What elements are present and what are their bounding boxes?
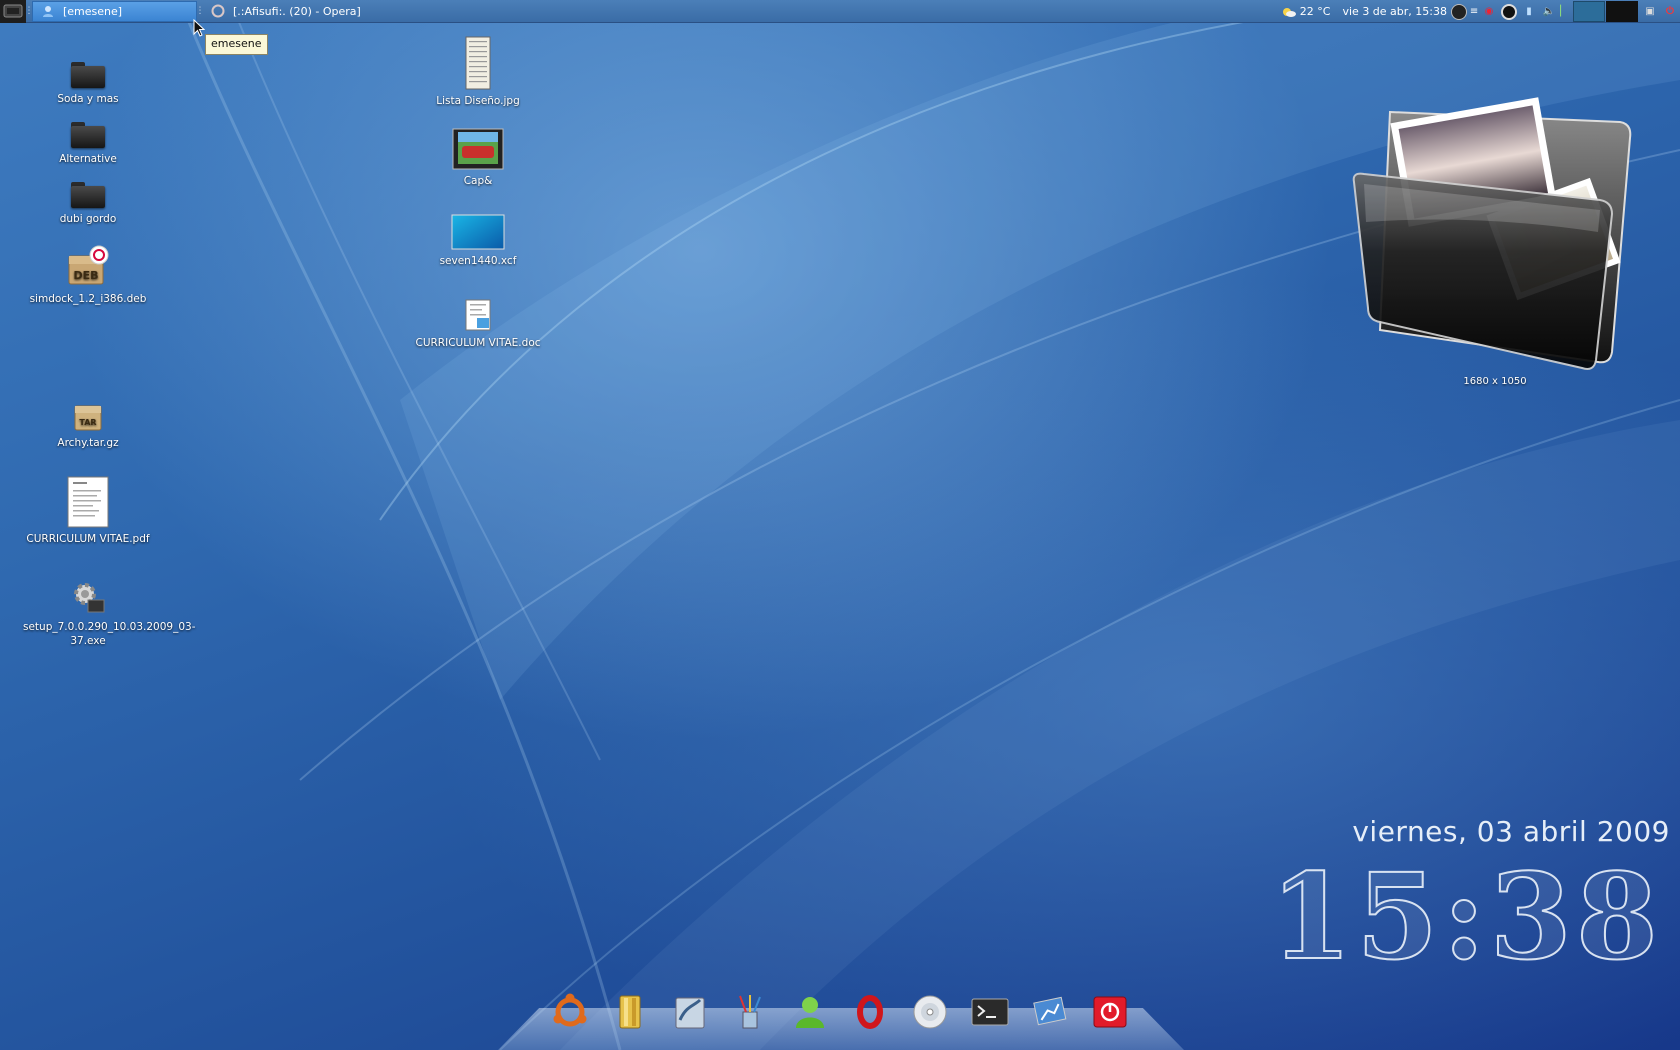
messenger-user-icon — [796, 997, 824, 1028]
desktop-icon-simdock-deb[interactable]: DEB simdock_1.2_i386.deb — [18, 244, 158, 306]
emesene-icon — [43, 6, 53, 17]
dock-shelf — [498, 1008, 1184, 1050]
desktop-icon-label: Archy.tar.gz — [57, 437, 119, 449]
dock-item-graphics[interactable] — [728, 990, 772, 1034]
desktop-icon-label: CURRICULUM VITAE.pdf — [26, 533, 150, 545]
weather-sun-icon — [1282, 7, 1296, 17]
folder-icon — [71, 62, 105, 88]
desktop-icon-cap[interactable]: Cap& — [408, 128, 548, 188]
desktop-icon-label: Soda y mas — [57, 93, 119, 105]
folder-icon — [71, 182, 105, 208]
system-tray: 22 °C vie 3 de abr, 15:38 ≡ ◉ ▮ 🔈 ▏ ▣ ⏻ — [1282, 0, 1680, 23]
dock-item-terminal[interactable] — [968, 990, 1012, 1034]
deb-package-icon: DEB — [68, 245, 109, 285]
openoffice-icon — [675, 997, 705, 1029]
network-icon[interactable]: ▮ — [1521, 4, 1537, 20]
desktop-icon-label: seven1440.xcf — [439, 255, 517, 267]
update-manager-icon[interactable] — [1451, 3, 1467, 20]
mouse-cursor-icon — [193, 19, 205, 37]
weather-temperature: 22 °C — [1299, 5, 1331, 18]
xcf-image-icon — [451, 214, 505, 250]
graphics-brushes-icon — [739, 995, 761, 1029]
panel-clock[interactable]: vie 3 de abr, 15:38 — [1342, 5, 1447, 18]
desktop-icon-label: setup_7.0.0.290_10.03.2009_03-37.exe — [23, 621, 196, 647]
dock-item-messenger[interactable] — [788, 990, 832, 1034]
task-button-opera[interactable]: [.:Afisufi:. (20) - Opera] — [203, 1, 383, 22]
desktop-icon-seven1440[interactable]: seven1440.xcf — [408, 214, 548, 268]
video-file-icon — [452, 128, 504, 170]
folder-icon — [71, 122, 105, 148]
desktop-icon-lista-diseno[interactable]: Lista Diseño.jpg — [408, 36, 548, 108]
lastfm-icon[interactable]: ◉ — [1481, 4, 1497, 20]
svg-text:TAR: TAR — [79, 418, 96, 427]
dock-item-cd-burner[interactable] — [908, 990, 952, 1034]
dock-item-opera[interactable] — [848, 990, 892, 1034]
desktop-icon-alternative[interactable]: Alternative — [18, 116, 158, 166]
bluetooth-icon[interactable]: ▏ — [1560, 4, 1568, 20]
doc-document-icon — [465, 299, 491, 331]
workspace-1[interactable] — [1573, 1, 1605, 22]
tray-menu-icon[interactable]: ≡ — [1470, 4, 1478, 20]
desktop-icon-label: Alternative — [59, 153, 117, 165]
svg-text:DEB: DEB — [73, 269, 98, 282]
ubuntu-icon — [553, 993, 587, 1027]
desktop-icon-label: Cap& — [463, 175, 493, 187]
desktop-icon-label: simdock_1.2_i386.deb — [29, 293, 147, 305]
workspace-switcher[interactable] — [1573, 1, 1638, 22]
desktop-icon-label: Lista Diseño.jpg — [436, 95, 520, 107]
exe-gear-icon — [74, 583, 105, 613]
opera-icon — [857, 995, 883, 1029]
task-label: [emesene] — [63, 4, 123, 18]
dock-item-openoffice[interactable] — [668, 990, 712, 1034]
show-desktop-icon[interactable]: ▣ — [1642, 4, 1658, 20]
terminal-icon — [971, 998, 1009, 1026]
task-tooltip: emesene — [205, 34, 268, 55]
dock — [498, 990, 1184, 1050]
desktop-icon-curriculum-pdf[interactable]: CURRICULUM VITAE.pdf — [18, 476, 158, 546]
photo-folder-widget[interactable] — [1350, 92, 1640, 382]
main-menu-button[interactable] — [0, 0, 26, 23]
file-manager-icon — [619, 995, 641, 1029]
desktop-icon-setup-exe[interactable]: setup_7.0.0.290_10.03.2009_03-37.exe — [18, 580, 196, 648]
volume-icon[interactable]: 🔈 — [1541, 4, 1557, 20]
desktop-icon-soda-y-mas[interactable]: Soda y mas — [18, 56, 158, 106]
top-panel: ⋮ [emesene] ⋮ [.:Afisufi:. (20) - Opera]… — [0, 0, 1680, 23]
desktop-icon-curriculum-doc[interactable]: CURRICULUM VITAE.doc — [408, 298, 548, 350]
desktop-icon-archy-tar[interactable]: TAR Archy.tar.gz — [18, 400, 158, 450]
task-label: [.:Afisufi:. (20) - Opera] — [233, 4, 361, 18]
task-button-emesene[interactable]: [emesene] — [32, 0, 197, 22]
dock-item-desktop-preview[interactable] — [1028, 990, 1072, 1034]
pdf-document-icon — [67, 476, 109, 528]
tar-archive-icon: TAR — [74, 405, 102, 431]
workspace-2[interactable] — [1606, 1, 1638, 22]
desktop-icon-label: CURRICULUM VITAE.doc — [415, 337, 541, 349]
cd-burner-icon — [913, 995, 947, 1029]
image-file-icon — [465, 36, 491, 90]
clock-time: 15:38 — [1269, 847, 1662, 986]
dock-item-file-manager[interactable] — [608, 990, 652, 1034]
opera-window-icon — [211, 4, 225, 18]
desktop-icon-dubi-gordo[interactable]: dubi gordo — [18, 176, 158, 226]
desktop-icon-label: dubi gordo — [59, 213, 117, 225]
menu-icon — [3, 4, 23, 18]
shutdown-icon[interactable]: ⏻ — [1662, 4, 1678, 20]
photo-resolution-label: 1680 x 1050 — [1463, 376, 1527, 387]
power-icon — [1093, 996, 1127, 1028]
weather-widget[interactable]: 22 °C — [1282, 5, 1331, 18]
dock-item-power[interactable] — [1088, 990, 1132, 1034]
desktop-preview-icon — [1033, 996, 1067, 1026]
clock-date: viernes, 03 abril 2009 — [1352, 815, 1670, 848]
chat-status-icon[interactable] — [1501, 3, 1517, 20]
dock-item-ubuntu[interactable] — [548, 990, 592, 1034]
